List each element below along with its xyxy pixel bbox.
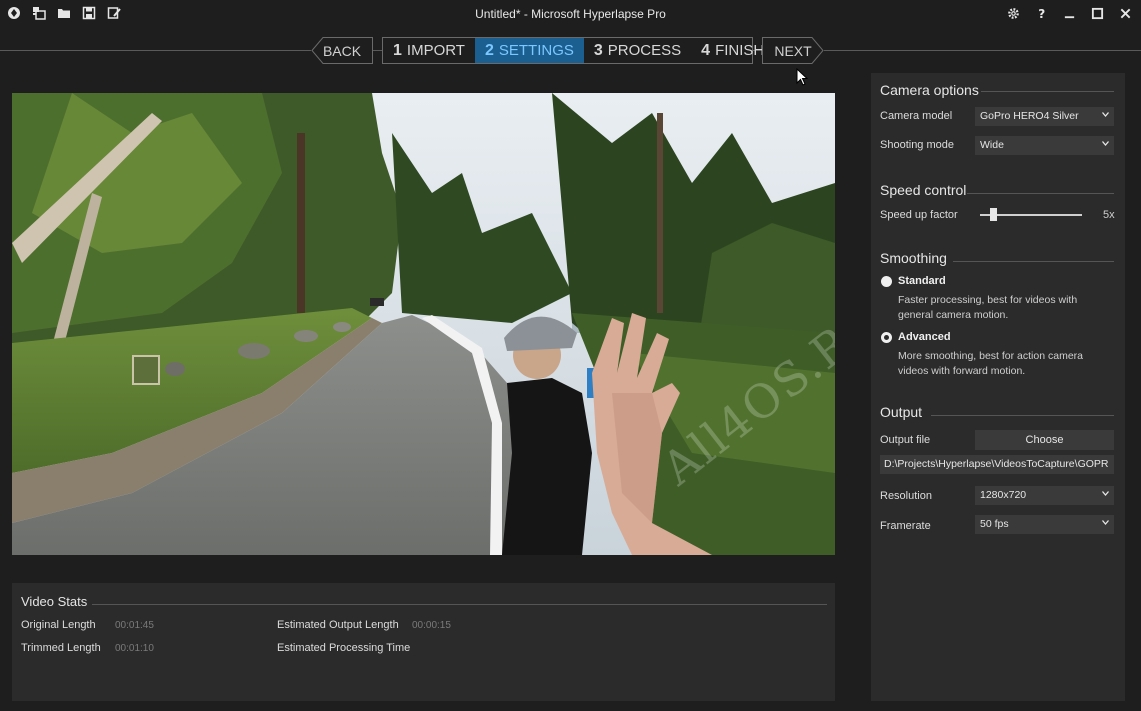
output-divider	[931, 415, 1114, 416]
speed-up-factor-label: Speed up factor	[880, 209, 958, 221]
maximize-icon[interactable]	[1089, 5, 1105, 21]
title-bar: Untitled* - Microsoft Hyperlapse Pro ?	[0, 0, 1141, 28]
speed-control-divider	[967, 193, 1114, 194]
framerate-label: Framerate	[880, 520, 931, 532]
tab-finish-number: 4	[701, 41, 711, 59]
chevron-down-icon	[1102, 491, 1109, 496]
speed-up-factor-value: 5x	[1103, 209, 1115, 221]
smoothing-standard-description: Faster processing, best for videos with …	[898, 294, 1078, 321]
estimated-output-length-label: Estimated Output Length	[277, 619, 399, 631]
tab-settings-number: 2	[484, 41, 494, 59]
window-title: Untitled* - Microsoft Hyperlapse Pro	[475, 7, 666, 21]
chevron-down-icon	[1102, 520, 1109, 525]
camera-model-value: GoPro HERO4 Silver	[980, 110, 1079, 122]
resolution-label: Resolution	[880, 490, 932, 502]
smoothing-advanced-description: More smoothing, best for action camera v…	[898, 350, 1084, 377]
back-button-label: BACK	[322, 42, 362, 59]
window-controls: ?	[1005, 5, 1133, 21]
settings-gear-icon[interactable]	[1005, 5, 1021, 21]
next-button-label: NEXT	[774, 42, 812, 59]
close-icon[interactable]	[1117, 5, 1133, 21]
svg-text:?: ?	[1038, 7, 1045, 20]
choose-output-button[interactable]: Choose	[975, 430, 1114, 450]
output-file-label: Output file	[880, 434, 931, 446]
trimmed-length-label: Trimmed Length	[21, 642, 101, 654]
framerate-dropdown[interactable]: 50 fps	[975, 515, 1114, 534]
video-stats-divider	[92, 604, 827, 605]
chevron-down-icon	[1102, 112, 1109, 117]
camera-options-divider	[981, 91, 1114, 92]
tab-import[interactable]: 1 IMPORT	[383, 38, 475, 63]
shooting-mode-label: Shooting mode	[880, 139, 954, 151]
video-stats-panel: Video Stats Original Length 00:01:45 Tri…	[12, 583, 835, 701]
output-title: Output	[880, 404, 923, 420]
tab-process[interactable]: 3 PROCESS	[584, 38, 691, 63]
shooting-mode-dropdown[interactable]: Wide	[975, 136, 1114, 155]
shooting-mode-value: Wide	[980, 139, 1004, 151]
resolution-value: 1280x720	[980, 489, 1027, 501]
next-button[interactable]: NEXT	[762, 37, 824, 64]
video-frame-image	[12, 93, 835, 555]
step-tabs: 1 IMPORT 2 SETTINGS 3 PROCESS 4 FINISH	[382, 37, 764, 64]
framerate-value: 50 fps	[980, 518, 1009, 530]
smoothing-advanced-label[interactable]: Advanced	[898, 331, 951, 343]
estimated-processing-time-label: Estimated Processing Time	[277, 642, 411, 654]
estimated-output-length-value: 00:00:15	[412, 620, 451, 631]
video-preview[interactable]: All4OS.RU	[12, 93, 835, 555]
settings-panel: Camera options Camera model GoPro HERO4 …	[871, 73, 1125, 701]
tab-settings[interactable]: 2 SETTINGS	[474, 38, 584, 63]
camera-model-dropdown[interactable]: GoPro HERO4 Silver	[975, 107, 1114, 126]
original-length-label: Original Length	[21, 619, 96, 631]
tab-process-number: 3	[593, 41, 603, 59]
tab-import-number: 1	[393, 41, 402, 59]
smoothing-title: Smoothing	[880, 250, 947, 266]
smoothing-standard-label[interactable]: Standard	[898, 275, 946, 287]
camera-model-label: Camera model	[880, 110, 953, 122]
speed-slider-thumb[interactable]	[989, 208, 997, 221]
tab-settings-label: SETTINGS	[498, 42, 574, 59]
output-path-field[interactable]: D:\Projects\Hyperlapse\VideosToCapture\G…	[880, 455, 1114, 474]
back-button[interactable]: BACK	[311, 37, 373, 64]
smoothing-standard-radio[interactable]	[881, 276, 892, 287]
video-stats-title: Video Stats	[21, 594, 88, 609]
minimize-icon[interactable]	[1061, 5, 1077, 21]
resolution-dropdown[interactable]: 1280x720	[975, 486, 1114, 505]
tab-finish-label: FINISH	[715, 42, 765, 59]
mouse-cursor-icon	[796, 67, 809, 91]
original-length-value: 00:01:45	[115, 620, 154, 631]
tab-process-label: PROCESS	[607, 42, 682, 59]
smoothing-advanced-radio[interactable]	[881, 332, 892, 343]
camera-options-title: Camera options	[880, 82, 979, 98]
tab-import-label: IMPORT	[406, 42, 465, 59]
smoothing-divider	[953, 261, 1114, 262]
trimmed-length-value: 00:01:10	[115, 643, 154, 654]
speed-control-title: Speed control	[880, 182, 967, 198]
chevron-down-icon	[1102, 141, 1109, 146]
help-icon[interactable]: ?	[1033, 5, 1049, 21]
